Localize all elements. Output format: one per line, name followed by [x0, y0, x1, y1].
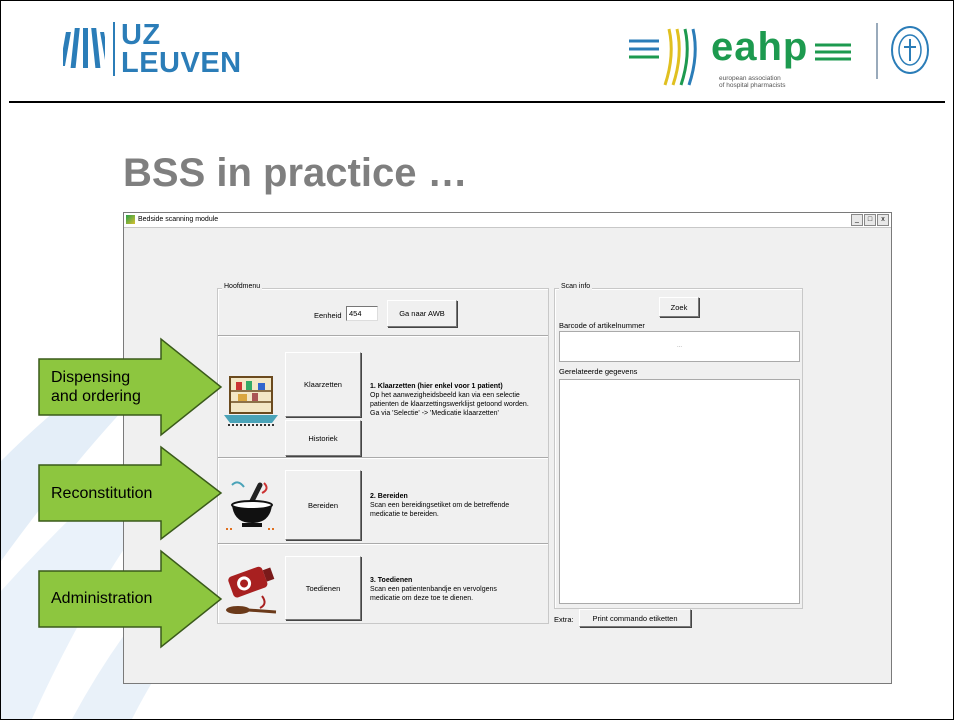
arrow-dispensing-label: Dispensing and ordering	[51, 368, 141, 406]
toedienen-line: medicatie om deze toe te dienen.	[370, 595, 474, 602]
toedienen-button[interactable]: Toedienen	[285, 556, 361, 620]
toedienen-title: 3. Toedienen	[370, 577, 413, 584]
mortar-pestle-icon	[226, 481, 276, 530]
print-commando-etiketten-button[interactable]: Print commando etiketten	[579, 609, 691, 627]
logo-divider	[876, 23, 878, 79]
slide: UZ LEUVEN eahp european association of h…	[0, 0, 954, 720]
uz-logo-line1: UZ	[121, 19, 161, 51]
arrow-administration-label: Administration	[51, 590, 153, 607]
klaarzetten-line: Op het aanwezigheidsbeeld kan via een se…	[370, 392, 520, 399]
eahp-sub-line1: european association	[719, 75, 781, 82]
eenheid-label: Eenheid	[314, 311, 342, 320]
arrow-label-line: Dispensing	[51, 369, 131, 386]
medicine-bottle-spoon-icon	[226, 566, 277, 614]
eahp-lines-icon	[629, 28, 697, 86]
barcode-label: Barcode of artikelnummer	[559, 321, 645, 330]
uz-logo-text: UZ LEUVEN	[121, 19, 242, 79]
window-title: Bedside scanning module	[138, 216, 219, 223]
slide-title: BSS in practice …	[123, 151, 468, 195]
hoofdmenu-legend: Hoofdmenu	[222, 283, 263, 290]
klaarzetten-line: patienten de klaarzettingswerklijst geto…	[370, 401, 529, 408]
eenheid-input[interactable]	[346, 306, 378, 321]
toedienen-line: Scan een patientenbandje en vervolgens	[370, 586, 497, 593]
window-controls: _ □ x	[851, 214, 889, 226]
bereiden-line: medicatie te bereiden.	[370, 511, 439, 518]
arrow-label-line: and ordering	[51, 388, 141, 405]
hoofdmenu-group: Hoofdmenu Eenheid Ga naar AWB Klaarzette…	[217, 283, 549, 624]
scan-info-legend: Scan info	[559, 283, 593, 290]
app-icon	[126, 215, 135, 224]
uz-logo-divider	[113, 22, 115, 76]
uz-leuven-logo: UZ LEUVEN	[63, 19, 242, 79]
dispensing-cabinet-icon	[224, 376, 278, 426]
klaarzetten-button[interactable]: Klaarzetten	[285, 352, 361, 417]
maximize-button[interactable]: □	[864, 214, 876, 226]
seal-icon	[891, 26, 929, 74]
scan-info-group: Scan info Zoek Barcode of artikelnummer …	[554, 283, 803, 609]
klaarzetten-description: 1. Klaarzetten (hier enkel voor 1 patien…	[370, 382, 548, 418]
bereiden-line: Scan een bereidingsetiket om de betreffe…	[370, 502, 510, 509]
section-divider	[218, 457, 548, 459]
uz-leuven-mark-icon	[63, 28, 105, 68]
klaarzetten-title: 1. Klaarzetten (hier enkel voor 1 patien…	[370, 383, 503, 390]
bereiden-button[interactable]: Bereiden	[285, 470, 361, 540]
related-data-label: Gerelateerde gegevens	[559, 367, 638, 376]
related-data-panel[interactable]	[559, 379, 800, 604]
zoek-button[interactable]: Zoek	[659, 297, 699, 317]
historiek-button[interactable]: Historiek	[285, 420, 361, 456]
section-divider	[218, 335, 548, 337]
eahp-logo-subtitle: european association of hospital pharmac…	[719, 75, 819, 89]
header-divider	[9, 101, 945, 103]
close-button[interactable]: x	[877, 214, 889, 226]
klaarzetten-line: Ga via 'Selectie' -> 'Medicatie klaarzet…	[370, 410, 499, 417]
section-divider	[218, 543, 548, 545]
eahp-logo-word: eahp	[711, 25, 809, 69]
eahp-logo: eahp european association of hospital ph…	[629, 21, 859, 93]
barcode-input[interactable]: ...	[559, 331, 800, 362]
uz-logo-line2: LEUVEN	[121, 47, 242, 79]
window-titlebar: Bedside scanning module _ □ x	[124, 213, 891, 228]
minimize-button[interactable]: _	[851, 214, 863, 226]
eahp-trailing-lines-icon	[815, 43, 851, 61]
eahp-sub-line2: of hospital pharmacists	[719, 82, 786, 89]
bereiden-description: 2. Bereiden Scan een bereidingsetiket om…	[370, 492, 548, 519]
bereiden-title: 2. Bereiden	[370, 493, 408, 500]
ga-naar-awb-button[interactable]: Ga naar AWB	[387, 300, 457, 327]
extra-label: Extra:	[554, 615, 574, 624]
toedienen-description: 3. Toedienen Scan een patientenbandje en…	[370, 576, 548, 603]
arrow-reconstitution-label: Reconstitution	[51, 485, 153, 502]
app-window: Bedside scanning module _ □ x Hoofdmenu …	[123, 212, 892, 684]
